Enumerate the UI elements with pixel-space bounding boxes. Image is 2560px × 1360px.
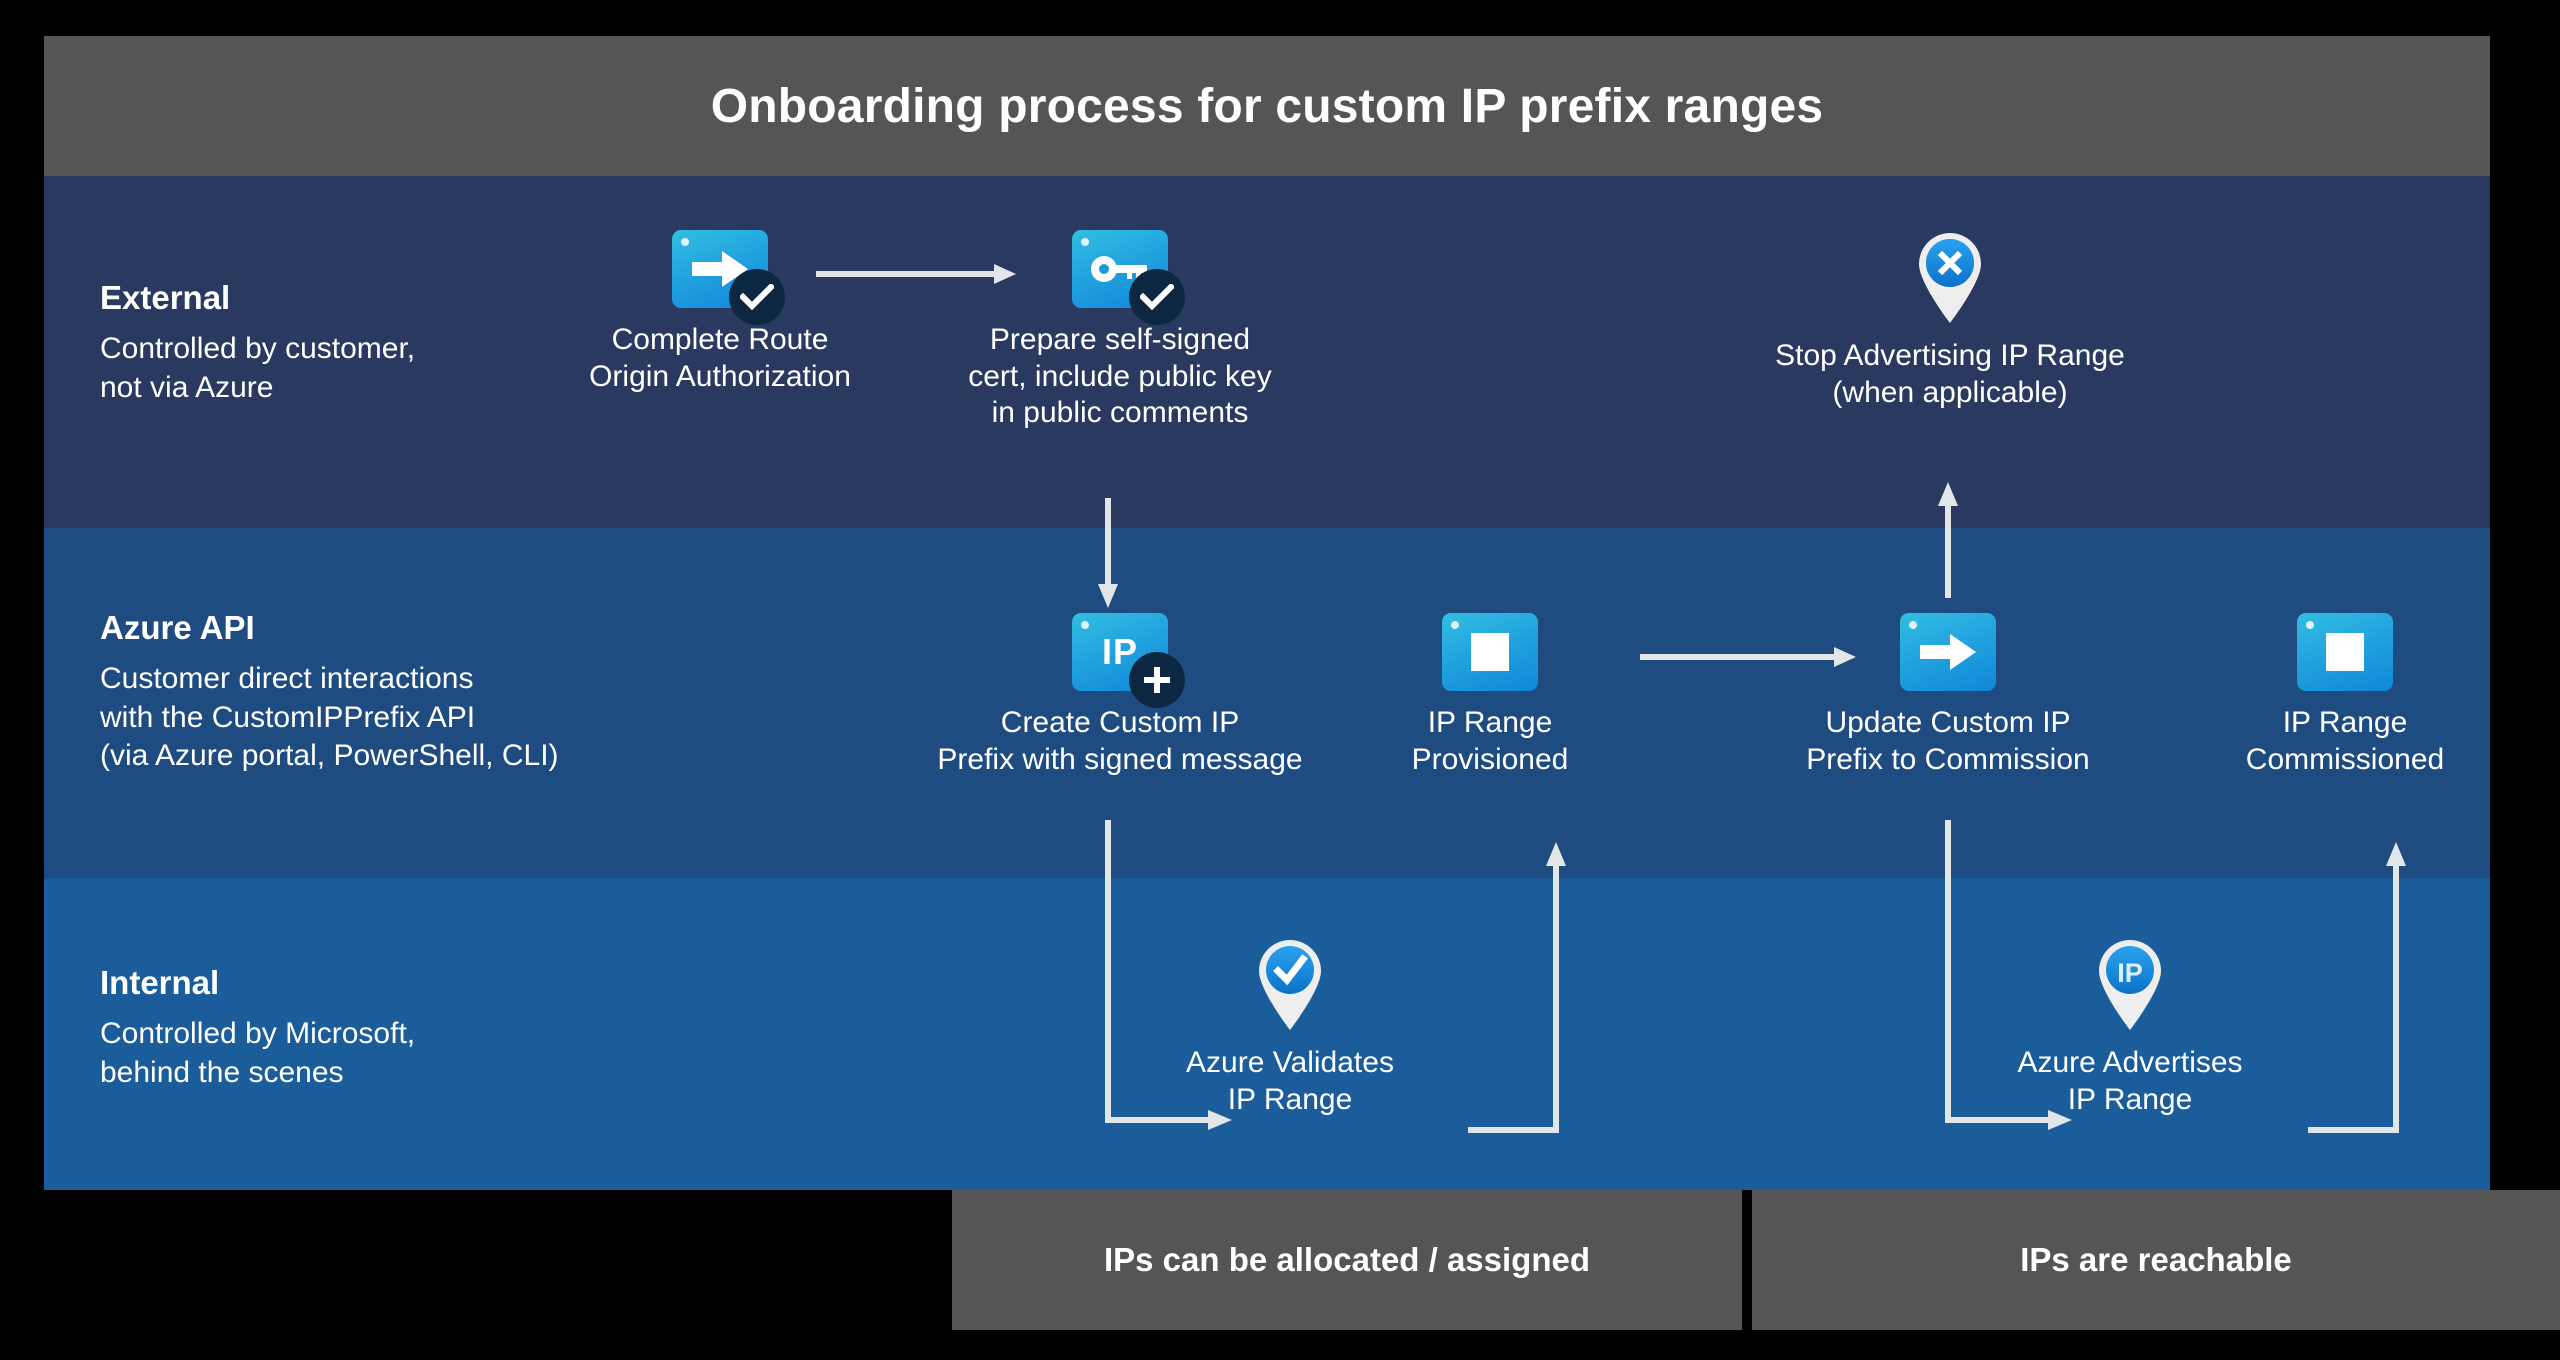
key-tile-icon [1072, 230, 1185, 325]
pin-ip-icon: IP [2093, 935, 2167, 1031]
node-caption: Azure Validates IP Range [1186, 1046, 1394, 1116]
square-tile-icon [1442, 613, 1538, 691]
node-caption: Create Custom IP Prefix with signed mess… [937, 706, 1303, 776]
arrow-right-tile-icon [672, 230, 785, 325]
node-caption: Azure Advertises IP Range [2017, 1046, 2243, 1116]
arrow-right-glyph-icon [1900, 613, 1996, 691]
lane-title-internal: Internal [100, 964, 220, 1001]
lane-label-internal: Internal Controlled by Microsoft, behind… [100, 964, 416, 1092]
node-stop-advertising[interactable]: Stop Advertising IP Range (when applicab… [1720, 228, 2180, 411]
footer-label: IPs are reachable [2020, 1241, 2292, 1278]
connector-cert-to-create [1096, 498, 1120, 608]
pin-x-icon [1913, 228, 1987, 324]
ip-tile-icon: IP [1072, 613, 1185, 708]
plus-badge-icon [1129, 652, 1185, 708]
node-caption: Update Custom IP Prefix to Commission [1806, 706, 2090, 776]
check-badge-icon [1129, 269, 1185, 325]
lane-title-external: External [100, 279, 231, 316]
node-caption: Complete Route Origin Authorization [589, 323, 851, 393]
node-caption: Prepare self-signed cert, include public… [968, 323, 1272, 430]
lane-title-azure-api: Azure API [100, 609, 255, 646]
lane-subtitle-external: Controlled by customer, not via Azure [100, 332, 416, 404]
diagram-canvas: Onboarding process for custom IP prefix … [0, 0, 2560, 1360]
node-complete-route[interactable]: Complete Route Origin Authorization [540, 230, 900, 395]
node-caption: IP Range Commissioned [2245, 706, 2445, 776]
lane-subtitle-azure-api: Customer direct interactions with the Cu… [100, 662, 559, 773]
node-azure-advertises[interactable]: IP Azure Advertises IP Range [1970, 935, 2290, 1118]
lane-label-azure-api: Azure API Customer direct interactions w… [100, 609, 559, 775]
node-caption: Stop Advertising IP Range (when applicab… [1775, 339, 2125, 409]
lane-label-external: External Controlled by customer, not via… [100, 279, 416, 407]
footer-box-reachable: IPs are reachable [1752, 1190, 2560, 1330]
node-prepare-cert[interactable]: Prepare self-signed cert, include public… [940, 230, 1300, 432]
connector-update-to-stop-advertising [1936, 480, 1960, 598]
pin-check-icon [1253, 935, 1327, 1031]
footer-label: IPs can be allocated / assigned [1103, 1241, 1591, 1278]
lane-subtitle-internal: Controlled by Microsoft, behind the scen… [100, 1017, 416, 1089]
footer-box-allocated: IPs can be allocated / assigned [952, 1190, 1742, 1330]
svg-text:IP: IP [2117, 958, 2143, 988]
connector-validates-to-provisioned [1448, 840, 1588, 1140]
filled-square-glyph-icon [1442, 613, 1538, 691]
node-caption: IP Range Provisioned [1411, 706, 1569, 776]
node-azure-validates[interactable]: Azure Validates IP Range [1130, 935, 1450, 1118]
node-create-prefix[interactable]: IP Create Custom IP Prefix with signed m… [890, 613, 1350, 778]
page-title: Onboarding process for custom IP prefix … [710, 79, 1824, 133]
check-badge-icon [729, 269, 785, 325]
connector-advertises-to-commissioned [2288, 840, 2428, 1140]
node-update-prefix[interactable]: Update Custom IP Prefix to Commission [1718, 613, 2178, 778]
node-range-provisioned[interactable]: IP Range Provisioned [1330, 613, 1650, 778]
filled-square-glyph-icon [2297, 613, 2393, 691]
square-tile-icon [2297, 613, 2393, 691]
node-range-commissioned[interactable]: IP Range Commissioned [2190, 613, 2500, 778]
arrow-right-tile-icon [1900, 613, 1996, 691]
diagram-title-bar: Onboarding process for custom IP prefix … [44, 36, 2490, 176]
